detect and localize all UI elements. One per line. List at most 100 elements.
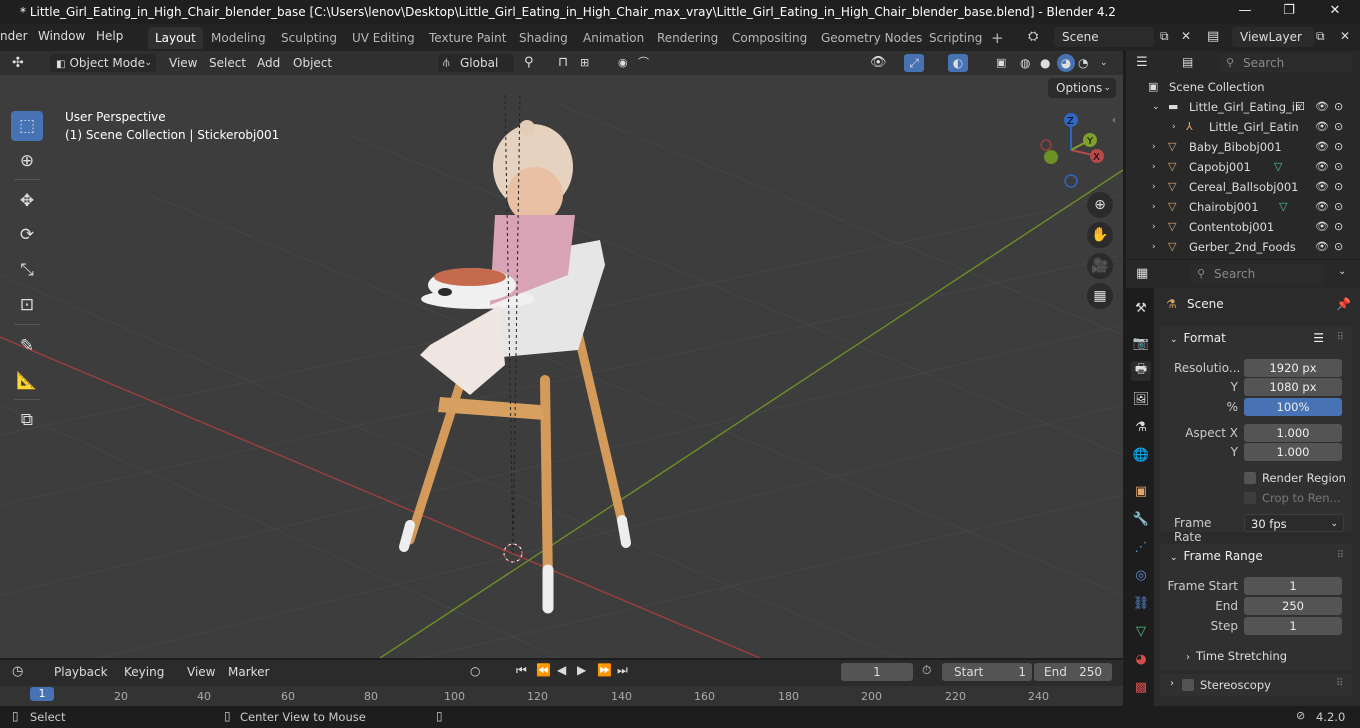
data-tab-icon[interactable]: ▽ — [1131, 621, 1151, 641]
drag-handle-icon[interactable]: ⠿ — [1337, 544, 1344, 568]
add-workspace-button[interactable]: + — [984, 27, 1011, 49]
falloff-icon[interactable]: ⌒ — [638, 54, 649, 72]
camera-icon[interactable]: ⊙ — [1334, 197, 1343, 217]
outliner-row[interactable]: › ▽ Contentobj001 👁 ⊙ — [1126, 217, 1360, 237]
crop-checkbox[interactable] — [1244, 492, 1256, 504]
tab-compositing[interactable]: Compositing — [725, 27, 814, 49]
chevron-right-icon[interactable]: › — [1152, 177, 1156, 197]
snap-icon[interactable]: ⊓ — [558, 54, 568, 72]
solid-shading-icon[interactable]: ● — [1040, 54, 1050, 72]
outliner-search-input[interactable]: ⚲ Search — [1219, 53, 1353, 73]
pivot-icon[interactable]: ⚲ — [524, 54, 534, 72]
delete-scene-icon[interactable]: ✕ — [1181, 29, 1191, 43]
object-tab-icon[interactable]: ▣ — [1131, 481, 1151, 501]
view-layer-tab-icon[interactable]: 🖼 — [1131, 389, 1151, 409]
tab-geometry-nodes[interactable]: Geometry Nodes — [814, 27, 929, 49]
menu-select[interactable]: Select — [209, 54, 246, 72]
chevron-down-icon[interactable]: ⌄ — [1338, 266, 1346, 277]
xray-icon[interactable]: ▣ — [996, 54, 1006, 72]
shading-options-icon[interactable]: ⌄ — [1100, 54, 1108, 72]
record-icon[interactable]: ○ — [470, 664, 480, 678]
select-box-tool-icon[interactable]: ⬚ — [11, 111, 43, 141]
menu-add[interactable]: Add — [257, 54, 280, 72]
tab-scripting[interactable]: Scripting — [922, 27, 989, 49]
outliner-row[interactable]: ⌄ ▬ Little_Girl_Eating_ir ☑ 👁 ⊙ — [1126, 97, 1360, 117]
move-tool-icon[interactable]: ✥ — [11, 186, 43, 216]
transform-tool-icon[interactable]: ⊡ — [11, 290, 43, 320]
outliner-root[interactable]: ▣ Scene Collection — [1126, 77, 1360, 97]
navigation-gizmo[interactable]: X Y Z — [1030, 110, 1115, 195]
visibility-icon[interactable]: 👁 — [870, 54, 887, 72]
presets-list-icon[interactable]: ☰ — [1313, 326, 1324, 350]
chevron-right-icon[interactable]: › — [1152, 217, 1156, 237]
eye-icon[interactable]: 👁 — [1315, 97, 1329, 117]
menu-render[interactable]: nder — [0, 29, 28, 43]
wireframe-shading-icon[interactable]: ◍ — [1020, 54, 1030, 72]
frame-end-field[interactable]: 250 — [1244, 597, 1342, 615]
scene-tab-icon[interactable]: ⚗ — [1131, 417, 1151, 437]
chevron-right-icon[interactable]: › — [1152, 237, 1156, 257]
menu-help[interactable]: Help — [96, 29, 123, 43]
frame-start-field[interactable]: 1 — [1244, 577, 1342, 595]
current-frame-field[interactable]: 1 — [841, 663, 913, 681]
annotate-tool-icon[interactable]: ✎ — [11, 331, 43, 361]
tab-layout[interactable]: Layout — [148, 27, 203, 49]
modifier-tab-icon[interactable]: 🔧 — [1131, 509, 1151, 529]
menu-window[interactable]: Window — [38, 29, 85, 43]
add-cube-tool-icon[interactable]: ⧉ — [11, 405, 43, 435]
preview-range-icon[interactable]: ⏱ — [922, 663, 931, 678]
jump-keyframe-forward-icon[interactable]: ⏩ — [597, 663, 612, 677]
menu-view[interactable]: View — [169, 54, 197, 72]
checkbox-icon[interactable]: ☑ — [1295, 97, 1305, 117]
time-stretching-subpanel[interactable]: › Time Stretching — [1186, 649, 1287, 663]
outliner-row[interactable]: › ▽ Chairobj001 ▽ 👁 ⊙ — [1126, 197, 1360, 217]
rotate-tool-icon[interactable]: ⟳ — [11, 220, 43, 250]
particles-tab-icon[interactable]: ⋰ — [1131, 537, 1151, 557]
new-view-layer-icon[interactable]: ⧉ — [1316, 29, 1325, 44]
menu-object[interactable]: Object — [293, 54, 332, 72]
view-layer-icon[interactable]: ▤ — [1207, 29, 1219, 44]
physics-tab-icon[interactable]: ◎ — [1131, 565, 1151, 585]
timeline-editor-icon[interactable]: ◷ — [12, 664, 23, 679]
chevron-right-icon[interactable]: › — [1152, 157, 1156, 177]
transform-orientation-selector[interactable]: ⫛ Global — [438, 54, 514, 72]
sidebar-toggle-icon[interactable]: ‹ — [1112, 115, 1116, 126]
material-tab-icon[interactable]: ◕ — [1131, 649, 1151, 669]
frame-rate-dropdown[interactable]: 30 fps ⌄ — [1244, 514, 1344, 532]
scene-icon[interactable]: ⛭ — [1028, 29, 1038, 44]
jump-end-icon[interactable]: ⏭ — [617, 663, 628, 678]
play-reverse-icon[interactable]: ◀ — [557, 663, 566, 677]
gizmo-toggle-icon[interactable]: ⤢ — [904, 54, 924, 72]
tab-uv-editing[interactable]: UV Editing — [345, 27, 422, 49]
tool-tab-icon[interactable]: ⚒ — [1131, 298, 1151, 318]
maximize-button[interactable]: ❐ — [1266, 0, 1312, 24]
close-button[interactable]: ✕ — [1312, 0, 1358, 24]
output-tab-icon[interactable]: 🖶 — [1131, 361, 1151, 381]
tab-modeling[interactable]: Modeling — [204, 27, 273, 49]
eye-icon[interactable]: 👁 — [1315, 177, 1329, 197]
delete-view-layer-icon[interactable]: ✕ — [1340, 29, 1350, 43]
frame-range-panel-header[interactable]: ⌄ Frame Range ⠿ — [1162, 544, 1350, 568]
tab-shading[interactable]: Shading — [512, 27, 575, 49]
menu-marker[interactable]: Marker — [228, 665, 269, 679]
pan-hand-icon[interactable]: ✋ — [1087, 222, 1113, 248]
render-tab-icon[interactable]: 📷 — [1131, 333, 1151, 353]
properties-editor-icon[interactable]: ▦ — [1136, 266, 1148, 281]
outliner-row[interactable]: › ▽ Baby_Bibobj001 👁 ⊙ — [1126, 137, 1360, 157]
eye-icon[interactable]: 👁 — [1315, 217, 1329, 237]
resolution-x-field[interactable]: 1920 px — [1244, 359, 1342, 377]
perspective-toggle-icon[interactable]: ▦ — [1087, 283, 1113, 309]
play-icon[interactable]: ▶ — [577, 663, 586, 677]
frame-step-field[interactable]: 1 — [1244, 617, 1342, 635]
outliner-row[interactable]: › ▽ Capobj001 ▽ 👁 ⊙ — [1126, 157, 1360, 177]
chevron-right-icon[interactable]: › — [1152, 137, 1156, 157]
world-tab-icon[interactable]: 🌐 — [1131, 445, 1151, 465]
texture-tab-icon[interactable]: ▩ — [1131, 677, 1151, 697]
display-mode-icon[interactable]: ▤ — [1182, 55, 1193, 69]
end-frame-field[interactable]: End 250 — [1034, 663, 1112, 681]
aspect-x-field[interactable]: 1.000 — [1244, 424, 1342, 442]
drag-handle-icon[interactable]: ⠿ — [1337, 326, 1344, 350]
camera-icon[interactable]: ⊙ — [1334, 237, 1343, 257]
cursor-tool-icon[interactable]: ⊕ — [11, 146, 43, 176]
outliner-row[interactable]: › ▽ Gerber_2nd_Foods 👁 ⊙ — [1126, 237, 1360, 257]
